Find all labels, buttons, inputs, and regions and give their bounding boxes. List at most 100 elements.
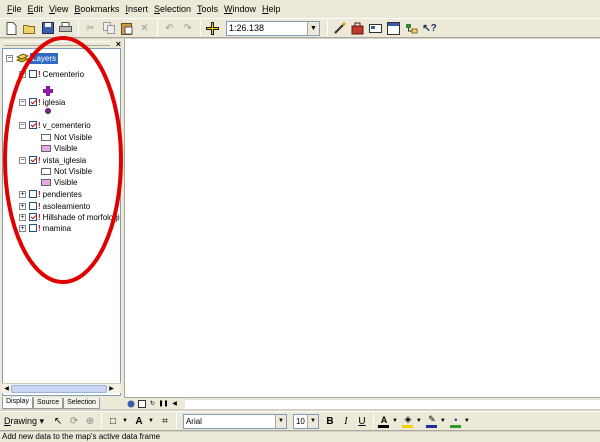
refresh-icon[interactable]: ↻ [148,399,157,408]
pause-icon[interactable]: ❚❚ [158,399,168,408]
map-scale-combobox[interactable]: 1:26.138 ▼ [226,20,320,36]
collapse-icon[interactable]: − [19,98,26,106]
toolbar-separator [327,20,328,36]
tab-selection[interactable]: Selection [63,398,100,409]
map-horizontal-scrollbar[interactable] [185,398,600,409]
menu-window[interactable]: Window [221,1,259,17]
delete-icon[interactable]: ✕ [136,20,153,36]
font-color-icon[interactable]: A [377,413,391,429]
print-icon[interactable] [57,20,74,36]
legend-class-label: Not Visible [54,132,93,142]
menu-edit[interactable]: Edit [25,1,47,17]
line-color-icon[interactable]: ✎ [425,413,439,429]
menu-tools[interactable]: Tools [194,1,221,17]
menu-help[interactable]: Help [259,1,284,17]
expand-icon[interactable]: + [19,213,26,221]
layout-view-icon[interactable] [137,399,146,408]
menu-bookmarks[interactable]: Bookmarks [71,1,122,17]
menu-file[interactable]: File [4,1,25,17]
menu-insert[interactable]: Insert [122,1,151,17]
toolbar-separator [101,413,103,429]
chevron-down-icon[interactable]: ▼ [307,21,319,35]
font-name-combobox[interactable]: Arial ▼ [182,413,287,429]
collapse-icon[interactable]: − [19,156,26,164]
edit-vertices-icon[interactable]: ⌗ [157,413,173,429]
open-folder-icon[interactable] [21,20,38,36]
scroll-right-icon[interactable]: ▶ [107,384,116,393]
rectangle-icon[interactable]: □ [105,413,121,429]
new-document-icon[interactable] [3,20,20,36]
copy-icon[interactable] [100,20,117,36]
chevron-down-icon[interactable]: ▼ [274,414,286,428]
layers-root-row[interactable]: − Layers [6,52,59,64]
rotate-icon[interactable]: ⟳ [66,413,82,429]
bold-button[interactable]: B [322,413,338,429]
layer-visibility-checkbox[interactable] [29,190,37,198]
tab-source[interactable]: Source [32,398,64,409]
layer-row-cementerio[interactable]: − ! Cementerio [19,68,84,80]
drawing-menu[interactable]: Drawing ▾ [4,416,44,427]
add-data-icon[interactable] [204,20,221,36]
chevron-down-icon[interactable]: ▼ [306,414,318,428]
undo-icon[interactable]: ↶ [161,20,178,36]
legend-class-row: Visible [41,176,77,188]
arctoolbox-icon[interactable] [349,20,366,36]
collapse-icon[interactable]: − [19,70,26,78]
layer-visibility-checkbox[interactable] [29,121,37,129]
chevron-down-icon[interactable]: ▼ [392,418,398,424]
editor-icon[interactable] [331,20,348,36]
fill-color-icon[interactable]: ◈ [401,413,415,429]
cross-symbol-icon [43,86,53,96]
layer-visibility-checkbox[interactable] [29,70,37,78]
layer-visibility-checkbox[interactable] [29,224,37,232]
toc-grip-handle[interactable] [4,41,110,46]
chevron-down-icon[interactable]: ▼ [440,418,446,424]
text-tool-icon[interactable]: A [131,413,147,429]
select-elements-icon[interactable]: ↖ [50,413,66,429]
scroll-left-icon[interactable]: ◀ [2,384,11,393]
chevron-down-icon[interactable]: ▼ [416,418,422,424]
map-display[interactable] [124,39,600,397]
menu-selection[interactable]: Selection [151,1,194,17]
redo-icon[interactable]: ↷ [179,20,196,36]
layer-visibility-checkbox[interactable] [29,156,37,164]
collapse-icon[interactable]: − [6,54,13,62]
layer-name: vista_iglesia [42,155,87,165]
model-builder-icon[interactable] [367,20,384,36]
underline-button[interactable]: U [354,413,370,429]
legend-swatch-not-visible [41,167,51,175]
save-icon[interactable] [39,20,56,36]
scrollbar-thumb[interactable] [11,384,107,393]
expand-icon[interactable]: + [19,202,26,210]
python-window-icon[interactable] [385,20,402,36]
tab-display[interactable]: Display [2,397,33,409]
layer-visibility-checkbox[interactable] [29,213,37,221]
layer-visibility-checkbox[interactable] [29,202,37,210]
zoom-whole-page-icon[interactable]: ⊕ [82,413,98,429]
legend-class-label: Visible [54,177,78,187]
italic-button[interactable]: I [338,413,354,429]
point-symbol-icon [45,108,51,114]
paste-icon[interactable] [118,20,135,36]
toolbar-separator [372,413,374,429]
collapse-icon[interactable]: − [19,121,26,129]
chevron-down-icon[interactable]: ▼ [122,418,128,424]
chevron-down-icon[interactable]: ▼ [148,418,154,424]
layer-row-pendientes[interactable]: + ! pendientes [19,188,82,200]
marker-color-icon[interactable]: • [449,413,463,429]
menu-view[interactable]: View [46,1,71,17]
whats-this-icon[interactable]: ↖? [421,20,438,36]
expand-icon[interactable]: + [19,224,26,232]
expand-icon[interactable]: + [19,190,26,198]
layer-row-v-cementerio[interactable]: − ! v_cementerio [19,119,91,131]
toc-horizontal-scrollbar[interactable]: ◀ ▶ [2,383,121,393]
cut-icon[interactable]: ✂ [82,20,99,36]
arccatalog-icon[interactable] [403,20,420,36]
globe-icon[interactable] [126,399,135,408]
layer-row-mamina[interactable]: + ! mamina [19,222,71,234]
layer-row-iglesia[interactable]: − ! iglesia [19,96,65,108]
font-size-combobox[interactable]: 10 ▼ [292,413,319,429]
scroll-left-icon[interactable]: ◀ [170,399,179,408]
layer-visibility-checkbox[interactable] [29,98,37,106]
chevron-down-icon[interactable]: ▼ [464,418,470,424]
